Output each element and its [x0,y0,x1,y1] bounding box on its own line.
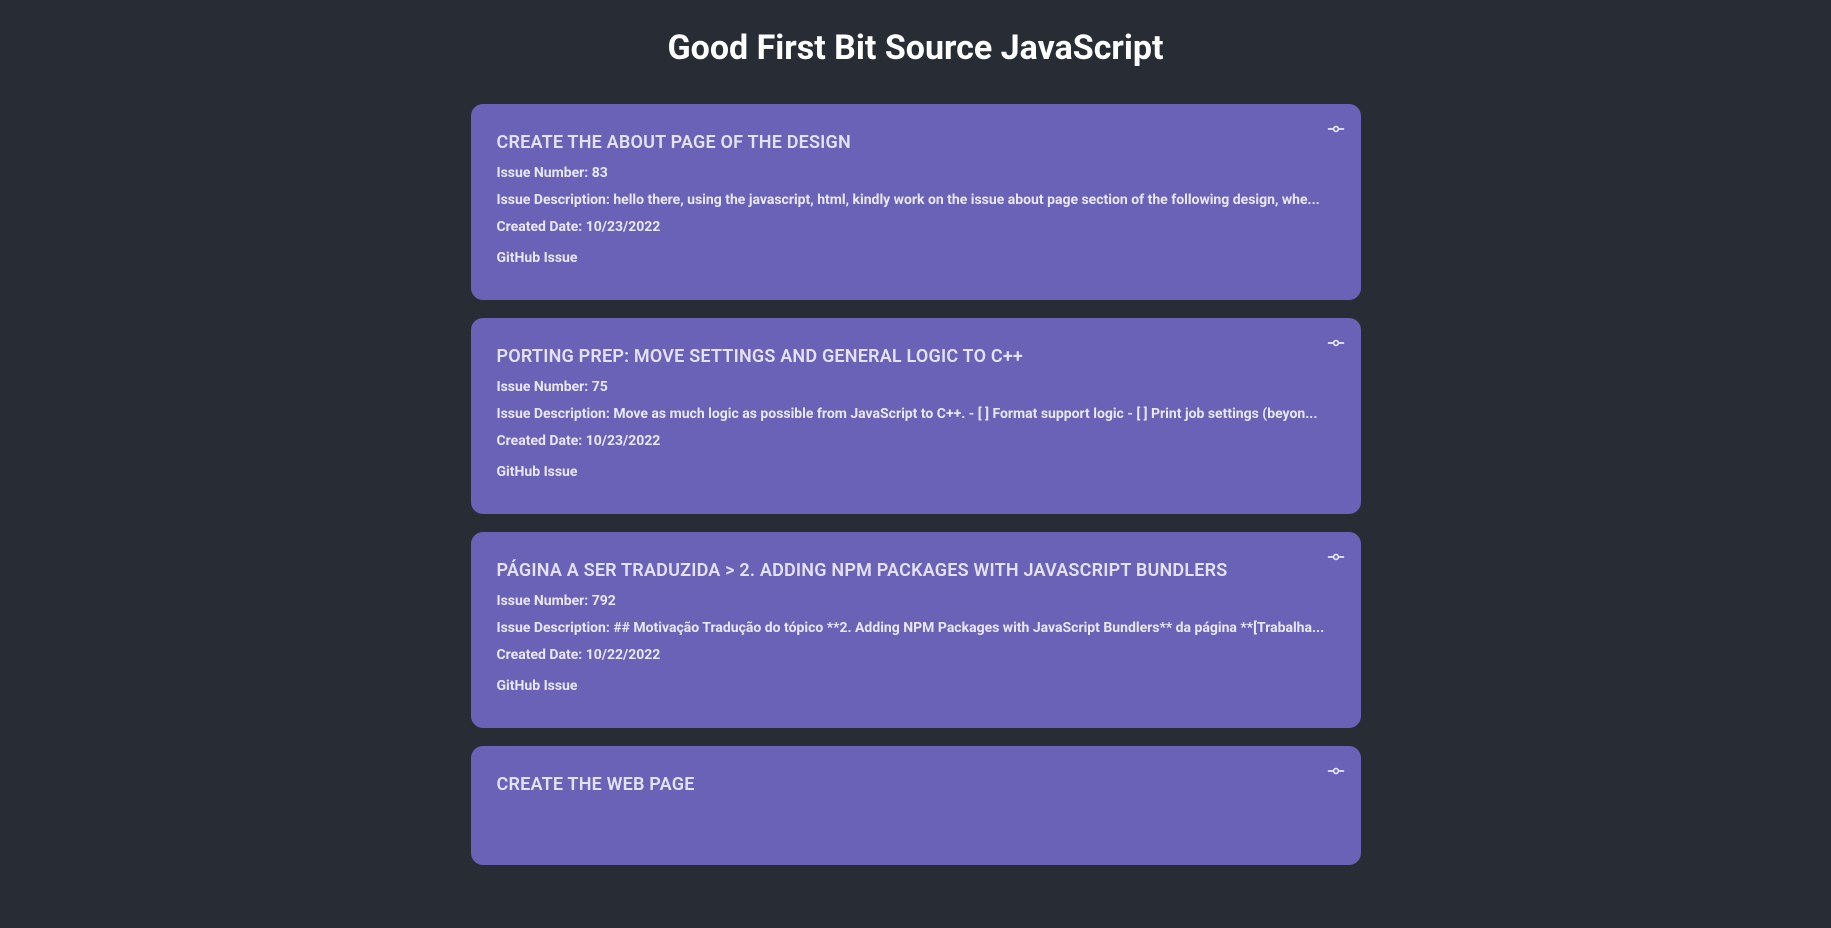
github-issue-link[interactable]: GitHub Issue [497,250,578,266]
git-commit-icon [1327,120,1345,138]
issue-title: CREATE THE ABOUT PAGE OF THE DESIGN [497,132,1335,153]
issue-number: Issue Number: 83 [497,163,1335,184]
page-title: Good First Bit Source JavaScript [0,0,1831,92]
issue-created-date: Created Date: 10/23/2022 [497,431,1335,452]
issue-title: PORTING PREP: MOVE SETTINGS AND GENERAL … [497,346,1335,367]
issue-title: CREATE THE WEB PAGE [497,774,1335,795]
issue-card[interactable]: CREATE THE WEB PAGE [471,746,1361,865]
issue-created-date: Created Date: 10/22/2022 [497,645,1335,666]
issue-title: PÁGINA A SER TRADUZIDA > 2. ADDING NPM P… [497,560,1335,581]
issue-card[interactable]: PORTING PREP: MOVE SETTINGS AND GENERAL … [471,318,1361,514]
github-issue-link[interactable]: GitHub Issue [497,464,578,480]
issue-number: Issue Number: 75 [497,377,1335,398]
issue-description: Issue Description: Move as much logic as… [497,404,1335,425]
git-commit-icon [1327,762,1345,780]
git-commit-icon [1327,334,1345,352]
issue-card-list: CREATE THE ABOUT PAGE OF THE DESIGN Issu… [471,104,1361,865]
issue-card[interactable]: CREATE THE ABOUT PAGE OF THE DESIGN Issu… [471,104,1361,300]
issue-description: Issue Description: hello there, using th… [497,190,1335,211]
issue-number: Issue Number: 792 [497,591,1335,612]
git-commit-icon [1327,548,1345,566]
issue-card[interactable]: PÁGINA A SER TRADUZIDA > 2. ADDING NPM P… [471,532,1361,728]
issue-description: Issue Description: ## Motivação Tradução… [497,618,1335,639]
issue-created-date: Created Date: 10/23/2022 [497,217,1335,238]
github-issue-link[interactable]: GitHub Issue [497,678,578,694]
